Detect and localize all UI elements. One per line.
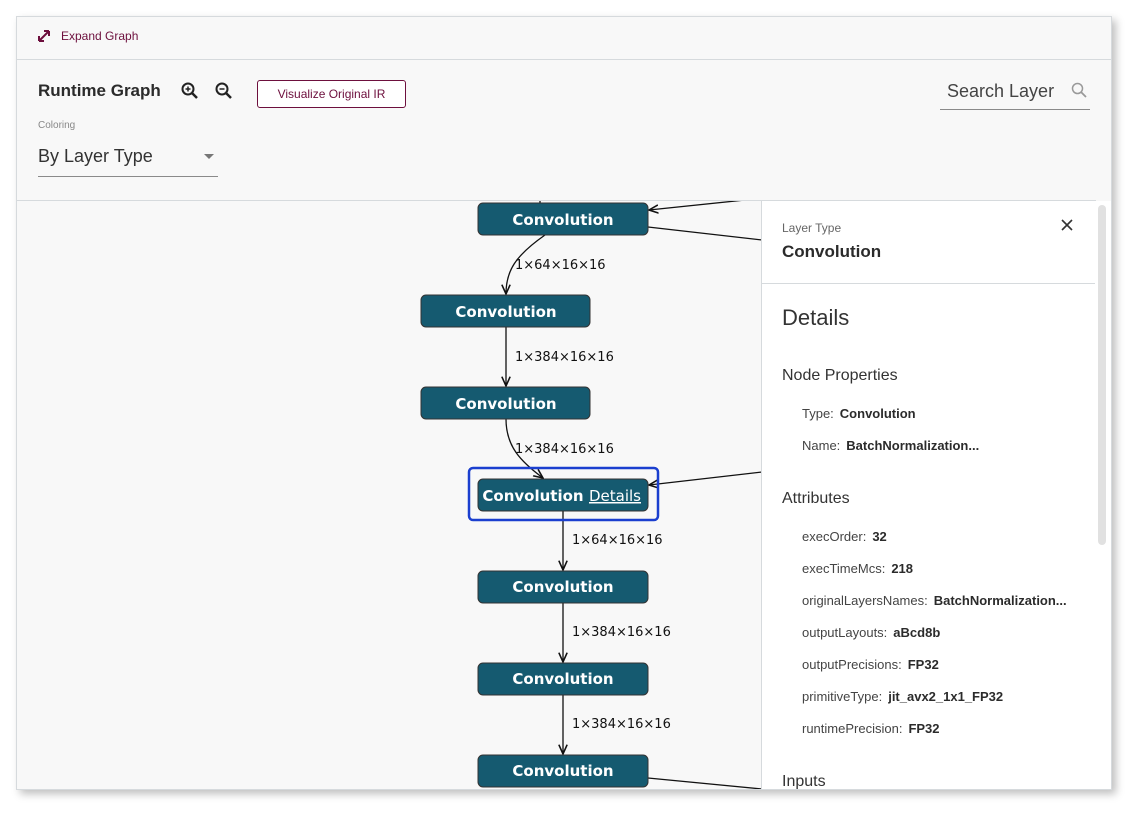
attribute-row: execTimeMcs: 218 [802,561,914,576]
chevron-down-icon [204,154,214,159]
expand-icon [38,30,50,42]
scrollbar-thumb[interactable] [1098,205,1106,545]
zoom-out-icon[interactable] [214,81,234,101]
attribute-row: originalLayersNames: BatchNormalization..… [802,593,1067,608]
coloring-label: Coloring [38,120,76,131]
node-label: Convolution [512,762,613,780]
divider [762,283,1096,284]
attribute-row: primitiveType: jit_avx2_1x1_FP32 [802,689,1004,704]
inputs-title: Inputs [782,773,826,790]
graph-card: Expand Graph Runtime Graph Visualize Ori… [16,16,1112,790]
node-label: Convolution [482,487,583,505]
graph-edge [647,226,761,241]
node-property-row: Type: Convolution [802,406,916,421]
page-title: Runtime Graph [38,81,161,100]
node-label: Convolution [512,670,613,688]
card-header: Expand Graph [17,17,1111,60]
graph-edge [647,777,761,789]
edge-label: 1×64×16×16 [572,533,663,548]
close-icon[interactable] [1060,218,1074,232]
attribute-row: runtimePrecision: FP32 [802,721,940,736]
edge-label: 1×384×16×16 [515,350,614,365]
edge-label: 1×384×16×16 [572,717,671,732]
attribute-row: outputPrecisions: FP32 [802,657,939,672]
panel-scrollbar[interactable] [1095,201,1111,789]
node-properties-title: Node Properties [782,367,898,384]
search-layer-input[interactable] [945,80,1064,103]
node-label: Convolution [455,395,556,413]
graph-edge [649,201,742,210]
graph-edge [649,471,761,485]
attributes-title: Attributes [782,490,850,507]
edge-label: 1×64×16×16 [515,258,606,273]
search-icon[interactable] [1071,82,1087,98]
node-details-link[interactable]: Details [589,487,641,505]
layer-type-value: Convolution [782,242,882,261]
attribute-row: outputLayouts: aBcd8b [802,625,941,640]
zoom-in-icon[interactable] [180,81,200,101]
expand-graph-button[interactable]: Expand Graph [37,29,138,43]
search-layer-field[interactable] [940,77,1090,110]
node-label: Convolution [512,578,613,596]
coloring-value: By Layer Type [38,146,153,166]
attribute-row: execOrder: 32 [802,529,887,544]
coloring-select[interactable]: By Layer Type [38,139,218,177]
graph-canvas[interactable]: 1×64×16×16 1×384×16×16 1×384×16×16 1×64×… [17,200,761,789]
node-property-row: Name: BatchNormalization... [802,438,980,453]
edge-label: 1×384×16×16 [572,625,671,640]
visualize-original-ir-button[interactable]: Visualize Original IR [257,80,406,108]
expand-graph-label: Expand Graph [61,29,139,43]
details-title: Details [782,305,850,330]
details-panel: Layer Type Convolution Details Node Prop… [761,200,1096,790]
edge-label: 1×384×16×16 [515,442,614,457]
node-label: Convolution [512,211,613,229]
layer-type-label: Layer Type [782,221,842,235]
node-label: Convolution [455,303,556,321]
